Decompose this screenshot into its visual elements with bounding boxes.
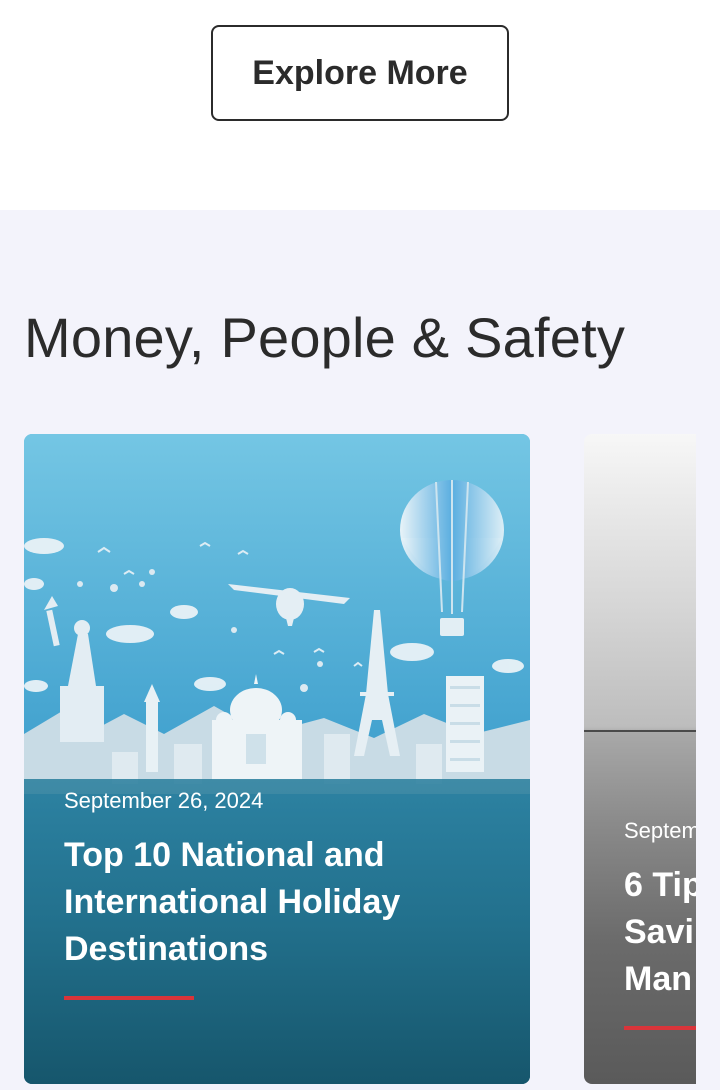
article-title-line: Savi — [624, 913, 694, 951]
blog-section: Money, People & Safety September 26, 202… — [0, 210, 720, 1090]
travel-landmarks-illustration — [24, 434, 530, 794]
article-title-line: 6 Tip — [624, 866, 696, 904]
explore-more-button[interactable]: Explore More — [211, 25, 509, 121]
grey-gradient-photo — [584, 730, 696, 732]
top-section: Explore More — [0, 0, 720, 210]
article-title[interactable]: Top 10 National and International Holida… — [64, 832, 494, 973]
carousel-gutter — [696, 210, 720, 1090]
section-title: Money, People & Safety — [24, 306, 626, 369]
article-title-line: Man — [624, 960, 692, 998]
accent-underline — [624, 1026, 696, 1030]
article-card[interactable]: September 26, 2024 Top 10 National and I… — [24, 434, 530, 1084]
article-date: Septem — [624, 818, 696, 843]
accent-underline — [64, 996, 194, 1000]
article-title[interactable]: 6 Tip Savi Man — [624, 862, 696, 1003]
article-card[interactable]: Septem 6 Tip Savi Man — [584, 434, 696, 1084]
article-date: September 26, 2024 — [64, 788, 264, 813]
